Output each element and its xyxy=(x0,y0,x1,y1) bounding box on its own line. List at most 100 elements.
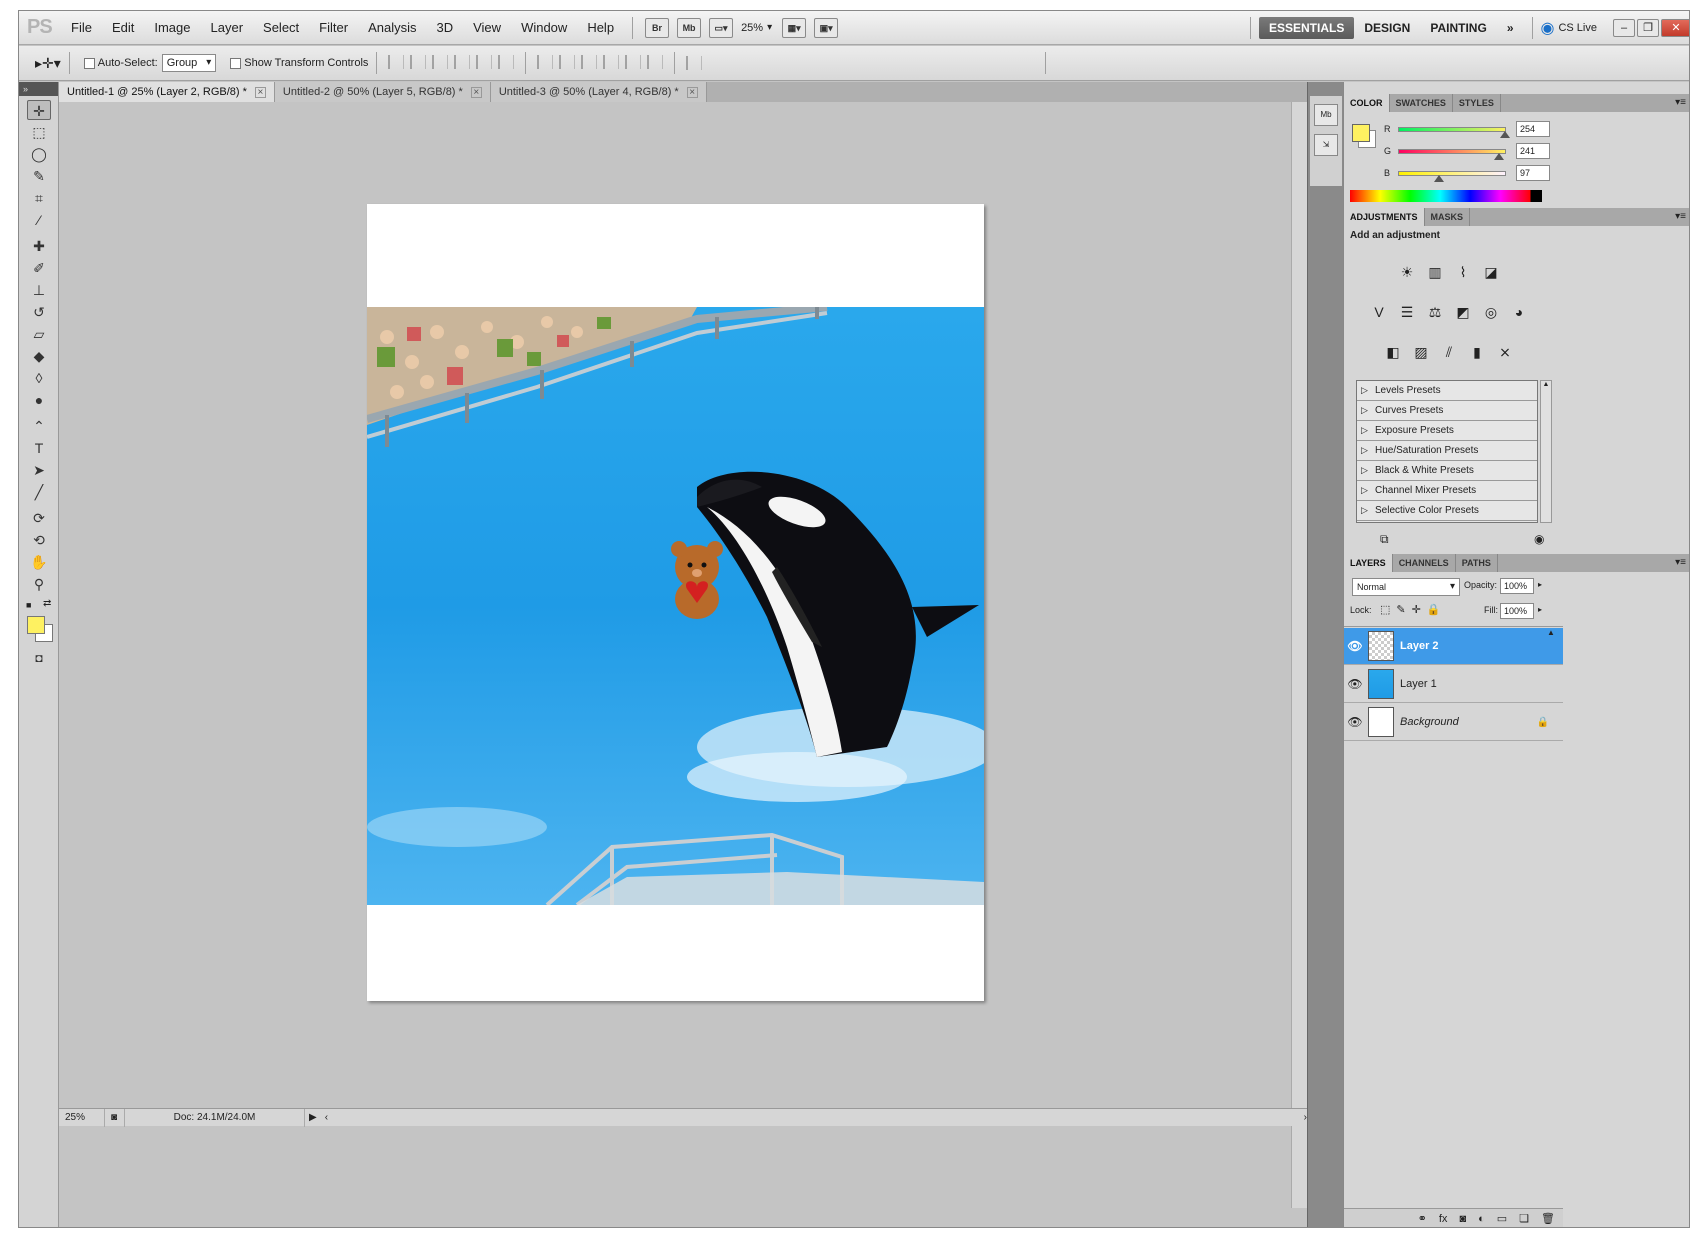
distribute-right-icon[interactable] xyxy=(647,54,664,69)
eyedropper-tool-icon[interactable]: ⁄ xyxy=(27,210,51,230)
crop-tool-icon[interactable]: ⌗ xyxy=(27,188,51,208)
layer-row[interactable]: 👁 Layer 1 xyxy=(1344,666,1563,703)
distribute-bottom-icon[interactable] xyxy=(581,54,598,69)
tab-adjustments[interactable]: ADJUSTMENTS xyxy=(1344,208,1425,226)
tab-masks[interactable]: MASKS xyxy=(1425,208,1471,226)
bridge-button[interactable]: Br xyxy=(645,17,670,38)
workspace-more-button[interactable]: » xyxy=(1497,17,1524,39)
new-layer-icon[interactable]: ❏ xyxy=(1519,1212,1529,1225)
zoom-tool-icon[interactable]: ⚲ xyxy=(27,574,51,594)
add-mask-icon[interactable]: ◙ xyxy=(1459,1213,1466,1225)
opacity-input[interactable]: 100% xyxy=(1500,578,1534,594)
tab-paths[interactable]: PATHS xyxy=(1456,554,1498,572)
clone-stamp-tool-icon[interactable]: ⊥ xyxy=(27,280,51,300)
align-top-icon[interactable] xyxy=(388,54,405,69)
r-slider-thumb[interactable] xyxy=(1499,130,1510,138)
brush-tool-icon[interactable]: ✐ xyxy=(27,258,51,278)
layer-name[interactable]: Background xyxy=(1400,716,1459,728)
panel-menu-icon[interactable]: ▾≡ xyxy=(1675,94,1689,112)
layer-name[interactable]: Layer 2 xyxy=(1400,640,1439,652)
fill-input[interactable]: 100% xyxy=(1500,603,1534,619)
history-panel-icon[interactable]: ⇲ xyxy=(1314,134,1338,156)
minimize-button[interactable]: – xyxy=(1613,18,1635,37)
cs-live-menu[interactable]: CS Live xyxy=(1558,22,1597,34)
close-button[interactable]: ✕ xyxy=(1661,18,1689,37)
workspace-design[interactable]: DESIGN xyxy=(1354,17,1420,39)
layer-style-icon[interactable]: fx xyxy=(1439,1213,1448,1225)
view-extras-button[interactable]: ▭▾ xyxy=(709,17,734,38)
lock-buttons[interactable]: ⬚✎✛🔒 xyxy=(1380,603,1447,616)
brightness-contrast-icon[interactable]: ☀ xyxy=(1396,262,1418,282)
document-tab[interactable]: Untitled-1 @ 25% (Layer 2, RGB/8) * × xyxy=(59,82,275,102)
posterize-icon[interactable]: ▨ xyxy=(1410,342,1432,362)
close-tab-icon[interactable]: × xyxy=(254,86,266,98)
hue-saturation-icon[interactable]: ☰ xyxy=(1396,302,1418,322)
levels-icon[interactable]: ▥ xyxy=(1424,262,1446,282)
curves-icon[interactable]: ⌇ xyxy=(1452,262,1474,282)
gradient-map-icon[interactable]: ▮ xyxy=(1466,342,1488,362)
preset-selective-color[interactable]: Selective Color Presets xyxy=(1357,501,1537,521)
menu-layer[interactable]: Layer xyxy=(201,11,254,45)
g-slider-thumb[interactable] xyxy=(1494,152,1505,160)
black-white-icon[interactable]: ◩ xyxy=(1452,302,1474,322)
tab-layers[interactable]: LAYERS xyxy=(1344,554,1393,572)
chevron-down-icon[interactable]: ▾ xyxy=(767,22,772,33)
vibrance-icon[interactable]: V xyxy=(1368,302,1390,322)
status-menu-arrow-icon[interactable]: ▶ xyxy=(305,1112,321,1123)
default-colors-icon[interactable]: ■ xyxy=(26,600,31,610)
scroll-left-arrow-icon[interactable]: ‹ xyxy=(321,1112,332,1123)
menu-select[interactable]: Select xyxy=(253,11,309,45)
layers-scrollbar[interactable]: ▲ xyxy=(1544,628,1558,1108)
move-tool-preset-icon[interactable]: ▸✛▾ xyxy=(35,55,61,72)
history-brush-tool-icon[interactable]: ↺ xyxy=(27,302,51,322)
healing-brush-tool-icon[interactable]: ✚ xyxy=(27,236,51,256)
align-vcenter-icon[interactable] xyxy=(410,54,427,69)
menu-edit[interactable]: Edit xyxy=(102,11,144,45)
workspace-painting[interactable]: PAINTING xyxy=(1420,17,1496,39)
distribute-vcenter-icon[interactable] xyxy=(559,54,576,69)
move-tool-icon[interactable]: ✛ xyxy=(27,100,51,120)
auto-align-icon[interactable] xyxy=(686,56,703,70)
preset-levels[interactable]: Levels Presets xyxy=(1357,381,1537,401)
close-tab-icon[interactable]: × xyxy=(470,86,482,98)
exposure-icon[interactable]: ◪ xyxy=(1480,262,1502,282)
eraser-tool-icon[interactable]: ▱ xyxy=(27,324,51,344)
eye-icon[interactable]: 👁 xyxy=(1344,639,1366,653)
eye-icon[interactable]: 👁 xyxy=(1344,715,1366,729)
preset-black-white[interactable]: Black & White Presets xyxy=(1357,461,1537,481)
show-transform-checkbox[interactable] xyxy=(230,57,242,69)
opacity-arrow-icon[interactable]: ▸ xyxy=(1538,580,1542,589)
blend-mode-dropdown[interactable]: Normal xyxy=(1352,578,1460,596)
preset-exposure[interactable]: Exposure Presets xyxy=(1357,421,1537,441)
3d-rotate-tool-icon[interactable]: ⟳ xyxy=(27,508,51,528)
quick-mask-icon[interactable]: ◘ xyxy=(27,648,51,668)
color-balance-icon[interactable]: ⚖ xyxy=(1424,302,1446,322)
b-value-input[interactable]: 97 xyxy=(1516,165,1550,181)
channel-mixer-icon[interactable]: ◕ xyxy=(1508,302,1530,322)
eye-icon[interactable]: 👁 xyxy=(1344,677,1366,691)
path-selection-tool-icon[interactable]: ➤ xyxy=(27,460,51,480)
distribute-hcenter-icon[interactable] xyxy=(625,54,642,69)
lasso-tool-icon[interactable]: ◯ xyxy=(27,144,51,164)
new-adjustment-icon[interactable]: ◐ xyxy=(1478,1213,1485,1225)
color-fg-swatch[interactable] xyxy=(1352,124,1370,142)
auto-select-checkbox[interactable] xyxy=(83,57,95,69)
type-tool-icon[interactable]: T xyxy=(27,438,51,458)
threshold-icon[interactable]: ⫽ xyxy=(1438,342,1460,362)
menu-analysis[interactable]: Analysis xyxy=(358,11,426,45)
menu-3d[interactable]: 3D xyxy=(426,11,463,45)
color-spectrum-ramp[interactable] xyxy=(1350,190,1542,202)
close-tab-icon[interactable]: × xyxy=(686,86,698,98)
preset-curves[interactable]: Curves Presets xyxy=(1357,401,1537,421)
dodge-tool-icon[interactable]: ● xyxy=(27,390,51,410)
blur-tool-icon[interactable]: ◊ xyxy=(27,368,51,388)
new-group-icon[interactable]: ▭ xyxy=(1497,1212,1507,1225)
foreground-color-swatch[interactable] xyxy=(27,616,45,634)
invert-icon[interactable]: ◧ xyxy=(1382,342,1404,362)
tab-swatches[interactable]: SWATCHES xyxy=(1390,94,1453,112)
document-tab[interactable]: Untitled-2 @ 50% (Layer 5, RGB/8) * × xyxy=(274,82,491,102)
tab-color[interactable]: COLOR xyxy=(1344,94,1390,112)
selective-color-icon[interactable]: ⨯ xyxy=(1494,342,1516,362)
tab-styles[interactable]: STYLES xyxy=(1453,94,1501,112)
paint-bucket-tool-icon[interactable]: ◆ xyxy=(27,346,51,366)
